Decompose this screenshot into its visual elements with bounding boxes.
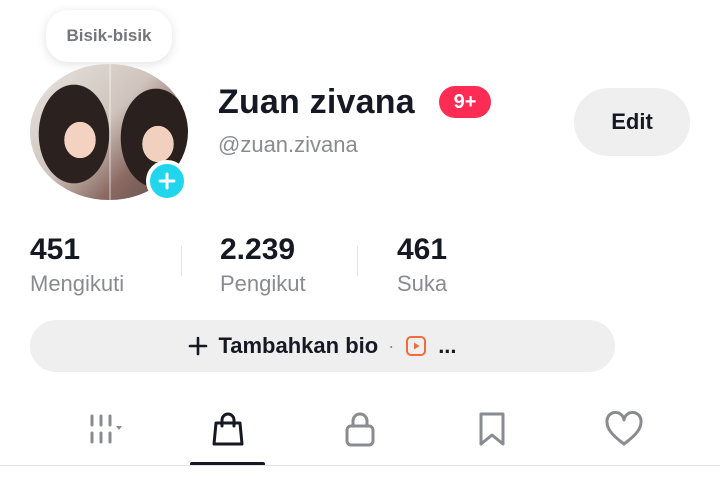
stat-divider <box>357 246 358 276</box>
heart-icon <box>604 411 644 447</box>
username: @zuan.zivana <box>218 132 358 157</box>
video-play-icon <box>404 334 428 358</box>
stat-likes[interactable]: 461 Suka <box>397 232 447 298</box>
tab-saved[interactable] <box>454 392 529 466</box>
stat-followers-label: Pengikut <box>220 271 306 296</box>
grid-icon <box>74 411 132 447</box>
display-name: Zuan zivana <box>218 83 415 121</box>
avatar-container[interactable] <box>30 64 188 202</box>
stat-likes-value: 461 <box>397 233 448 266</box>
note-bubble-text: Bisik-bisik <box>66 26 152 45</box>
stat-divider <box>181 246 182 276</box>
note-bubble[interactable]: Bisik-bisik <box>46 10 172 62</box>
stat-likes-label: Suka <box>397 271 448 296</box>
notification-badge[interactable]: 9+ <box>439 86 491 118</box>
tab-liked[interactable] <box>586 392 661 466</box>
tabs-divider <box>0 465 720 466</box>
stat-followers-value: 2.239 <box>220 233 296 266</box>
bookmark-icon <box>476 410 508 448</box>
tab-videos[interactable] <box>60 392 145 466</box>
plus-icon <box>188 336 208 356</box>
tab-shop[interactable] <box>190 392 265 466</box>
tab-private[interactable] <box>322 392 397 466</box>
edit-profile-button[interactable]: Edit <box>574 88 690 156</box>
stat-followers[interactable]: 2.239 Pengikut <box>220 232 306 298</box>
bio-more: ... <box>438 333 457 358</box>
stat-following-value: 451 <box>30 233 81 266</box>
add-bio-label: Tambahkan bio <box>218 333 379 358</box>
add-avatar-plus-icon[interactable] <box>146 160 188 202</box>
bio-separator: · <box>388 335 395 356</box>
stat-following-label: Mengikuti <box>30 271 125 296</box>
stat-following[interactable]: 451 Mengikuti <box>30 232 124 298</box>
profile-tabs <box>0 392 720 466</box>
lock-icon <box>342 410 378 448</box>
shopping-bag-icon <box>210 410 246 448</box>
add-bio-button[interactable]: Tambahkan bio · ... <box>30 320 615 372</box>
